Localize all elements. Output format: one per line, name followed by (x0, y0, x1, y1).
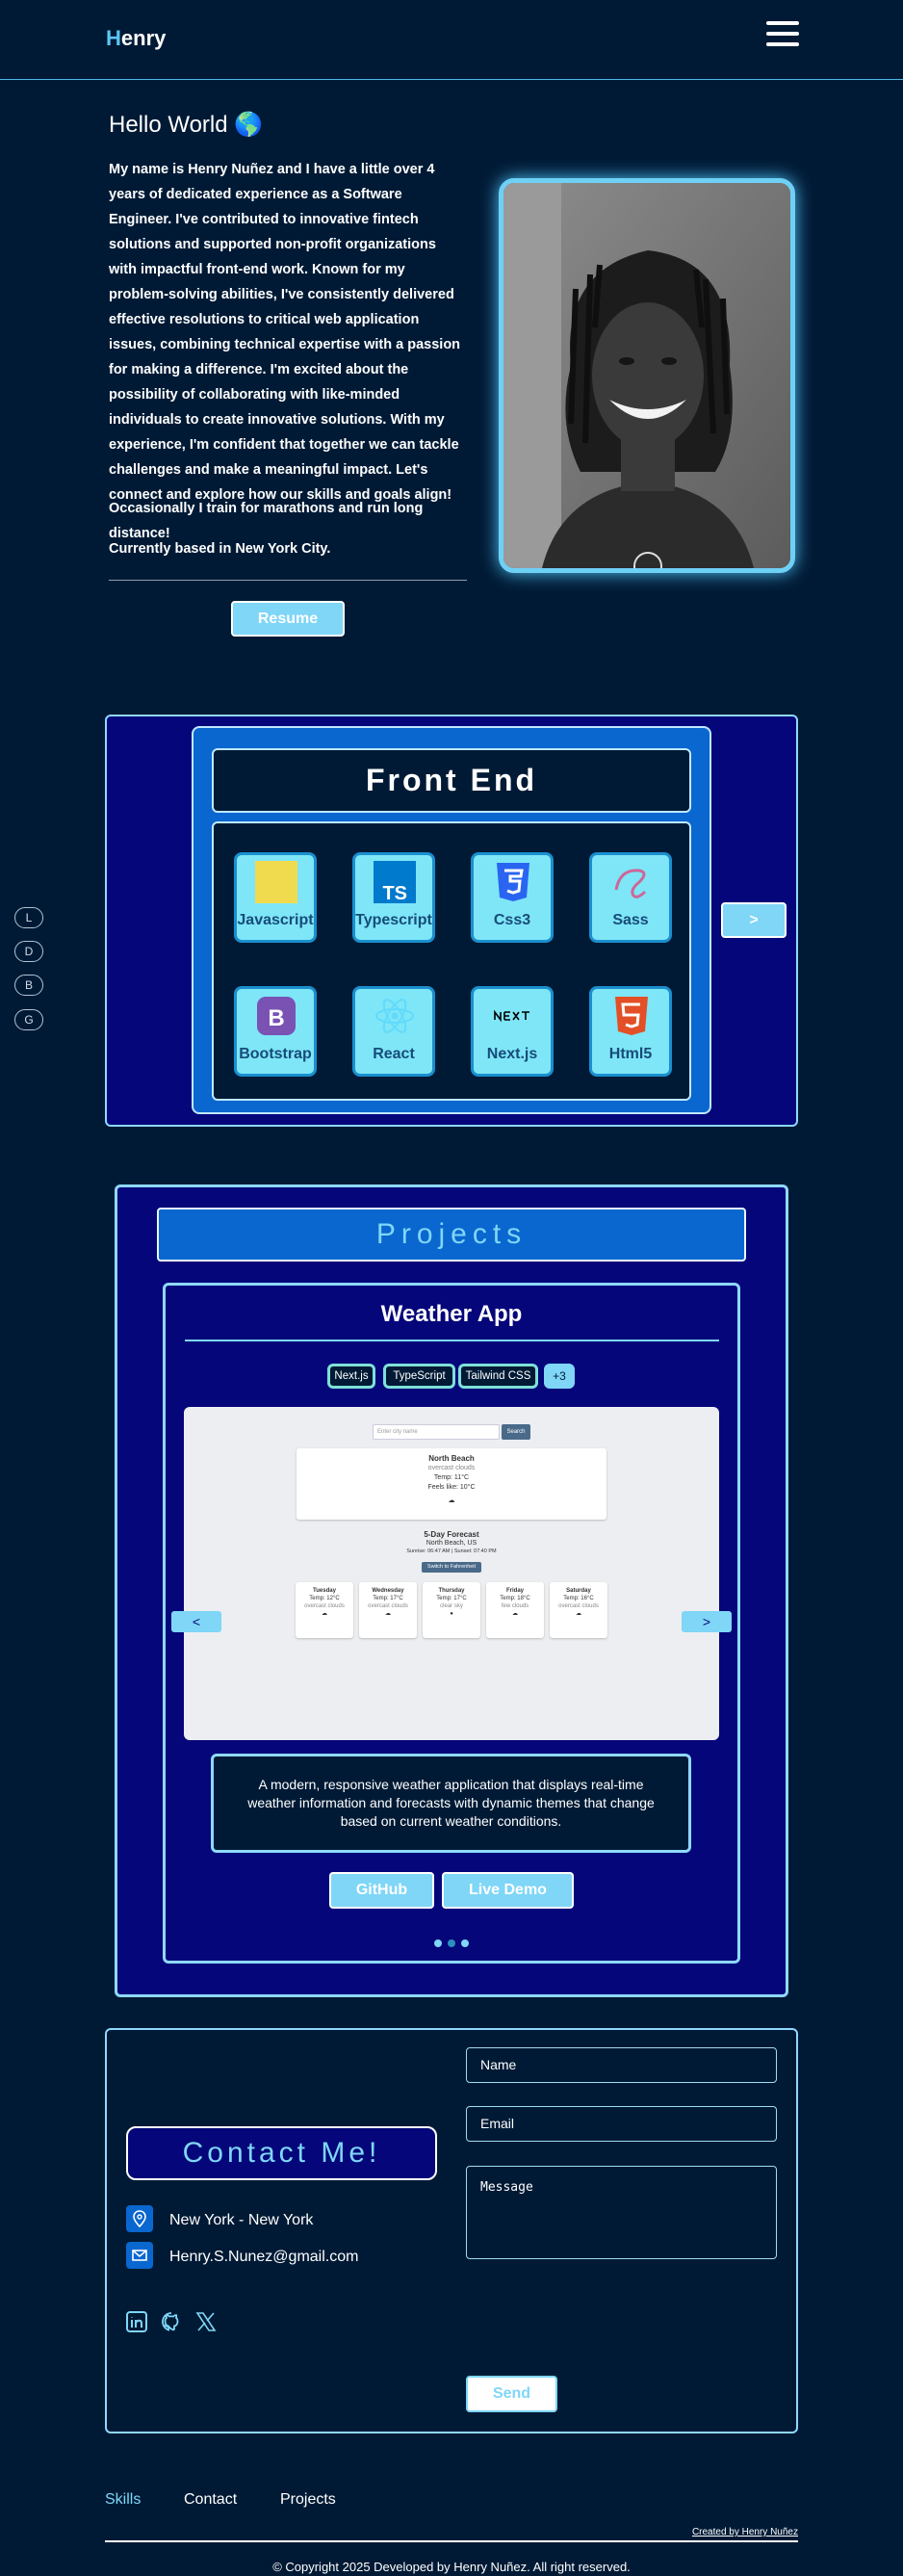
skill-typescript[interactable]: TS Typescript (352, 852, 435, 943)
skill-label: Html5 (608, 1046, 653, 1062)
skill-label: React (373, 1046, 415, 1062)
shot-sun-times: Sunrise: 06:47 AM | Sunset: 07:40 PM (406, 1548, 497, 1554)
contact-email[interactable]: Henry.S.Nunez@gmail.com (169, 2249, 358, 2266)
tag-more-button[interactable]: +3 (544, 1364, 575, 1389)
footer-divider (105, 2540, 798, 2542)
svg-text:B: B (268, 1005, 284, 1031)
project-description: A modern, responsive weather application… (211, 1754, 691, 1853)
typescript-icon: TS (374, 861, 416, 903)
shot-forecast-title: 5-Day Forecast (424, 1530, 479, 1539)
skill-javascript[interactable]: Javascript (234, 852, 317, 943)
javascript-icon (255, 861, 297, 903)
shot-day-card: Wednesday Temp: 17°C overcast clouds ☁ (359, 1582, 417, 1638)
shot-temp: Temp: 11°C (433, 1474, 470, 1481)
location-pin-icon (126, 2205, 153, 2232)
footer-credit[interactable]: Created by Henry Nuñez (674, 2527, 798, 2537)
github-button[interactable]: GitHub (329, 1872, 434, 1909)
carousel-dot[interactable] (448, 1939, 455, 1947)
shot-day-card: Tuesday Temp: 12°C overcast clouds ☁ (296, 1582, 353, 1638)
skill-css3[interactable]: Css3 (471, 852, 554, 943)
live-demo-button[interactable]: Live Demo (442, 1872, 574, 1909)
site-logo[interactable]: Henry (106, 26, 166, 51)
logo-rest: enry (120, 26, 167, 50)
logo-initial: H (106, 26, 121, 50)
project-name: Weather App (380, 1301, 523, 1327)
shot-search-input: Enter city name (373, 1424, 500, 1440)
skill-react[interactable]: React (352, 986, 435, 1077)
sass-icon (614, 869, 647, 898)
footer-nav-projects[interactable]: Projects (280, 2491, 336, 2509)
footer-nav-skills[interactable]: Skills (105, 2491, 141, 2509)
css3-icon (497, 863, 529, 901)
contact-location: New York - New York (169, 2212, 314, 2228)
carousel-dot-active[interactable] (434, 1939, 442, 1947)
hero-location: Currently based in New York City. (109, 541, 331, 557)
envelope-icon (126, 2242, 153, 2269)
message-field[interactable]: Message (466, 2166, 777, 2259)
skill-label: Bootstrap (239, 1046, 312, 1062)
shot-forecast-city: North Beach, US (426, 1540, 477, 1547)
carousel-dot[interactable] (461, 1939, 469, 1947)
skills-next-button[interactable]: > (721, 902, 787, 938)
shot-unit-switch: Switch to Fahrenheit (422, 1562, 481, 1573)
hero-greeting: Hello World 🌎 (109, 112, 264, 138)
hero-divider (109, 580, 467, 581)
resume-button[interactable]: Resume (231, 601, 345, 637)
side-nav-b[interactable]: B (14, 975, 43, 996)
hero-bio: My name is Henry Nuñez and I have a litt… (109, 162, 461, 503)
bootstrap-icon: B (257, 997, 296, 1035)
side-nav-l[interactable]: L (14, 907, 43, 928)
hamburger-icon[interactable] (766, 21, 799, 54)
skill-label: Javascript (237, 912, 314, 928)
tag-typescript: TypeScript (383, 1364, 455, 1389)
footer-nav-contact[interactable]: Contact (184, 2491, 237, 2509)
shot-condition: overcast clouds (427, 1465, 476, 1471)
skills-title: Front End (212, 748, 691, 813)
skill-html5[interactable]: Html5 (589, 986, 672, 1077)
side-nav-d[interactable]: D (14, 941, 43, 962)
send-button[interactable]: Send (466, 2376, 557, 2412)
skill-nextjs[interactable]: Next.js (471, 986, 554, 1077)
tag-nextjs: Next.js (327, 1364, 375, 1389)
email-field[interactable]: Email (466, 2106, 777, 2142)
tag-tailwind: Tailwind CSS (458, 1364, 538, 1389)
svg-text:TS: TS (382, 883, 407, 903)
site-header: Henry (0, 0, 903, 80)
skill-bootstrap[interactable]: B Bootstrap (234, 986, 317, 1077)
skill-label: Next.js (486, 1046, 538, 1062)
skill-sass[interactable]: Sass (589, 852, 672, 943)
shot-weather-icon: ☁ (448, 1497, 455, 1504)
shot-current-weather: North Beach overcast clouds Temp: 11°C F… (297, 1448, 606, 1520)
shot-city: North Beach (428, 1454, 475, 1463)
project-screenshot: Enter city name Search North Beach overc… (184, 1407, 719, 1740)
project-prev-button[interactable]: < (171, 1611, 221, 1632)
shot-feels: Feels like: 10°C (427, 1484, 476, 1491)
x-twitter-icon[interactable] (195, 2311, 217, 2332)
name-field[interactable]: Name (466, 2047, 777, 2083)
shot-day-card: Thursday Temp: 17°C clear sky ● (423, 1582, 480, 1638)
project-next-button[interactable]: > (682, 1611, 732, 1632)
nextjs-icon (494, 1009, 529, 1023)
shot-day-card: Saturday Temp: 16°C overcast clouds ☁ (550, 1582, 607, 1638)
html5-icon (615, 997, 648, 1035)
profile-photo (499, 178, 795, 573)
react-icon (375, 999, 414, 1033)
skill-label: Typescript (355, 912, 432, 928)
side-nav-g[interactable]: G (14, 1009, 43, 1030)
footer-copyright: © Copyright 2025 Developed by Henry Nuñe… (272, 2560, 631, 2574)
shot-forecast-header: 5-Day Forecast North Beach, US Sunrise: … (297, 1530, 606, 1556)
project-divider (185, 1340, 719, 1341)
skill-label: Sass (612, 912, 649, 928)
github-icon[interactable] (161, 2311, 182, 2332)
projects-title: Projects (157, 1208, 746, 1262)
shot-search-button: Search (502, 1424, 530, 1440)
shot-day-card: Friday Temp: 18°C few clouds ☁ (486, 1582, 544, 1638)
linkedin-icon[interactable] (126, 2311, 147, 2332)
contact-title: Contact Me! (126, 2126, 437, 2180)
skill-label: Css3 (493, 912, 531, 928)
